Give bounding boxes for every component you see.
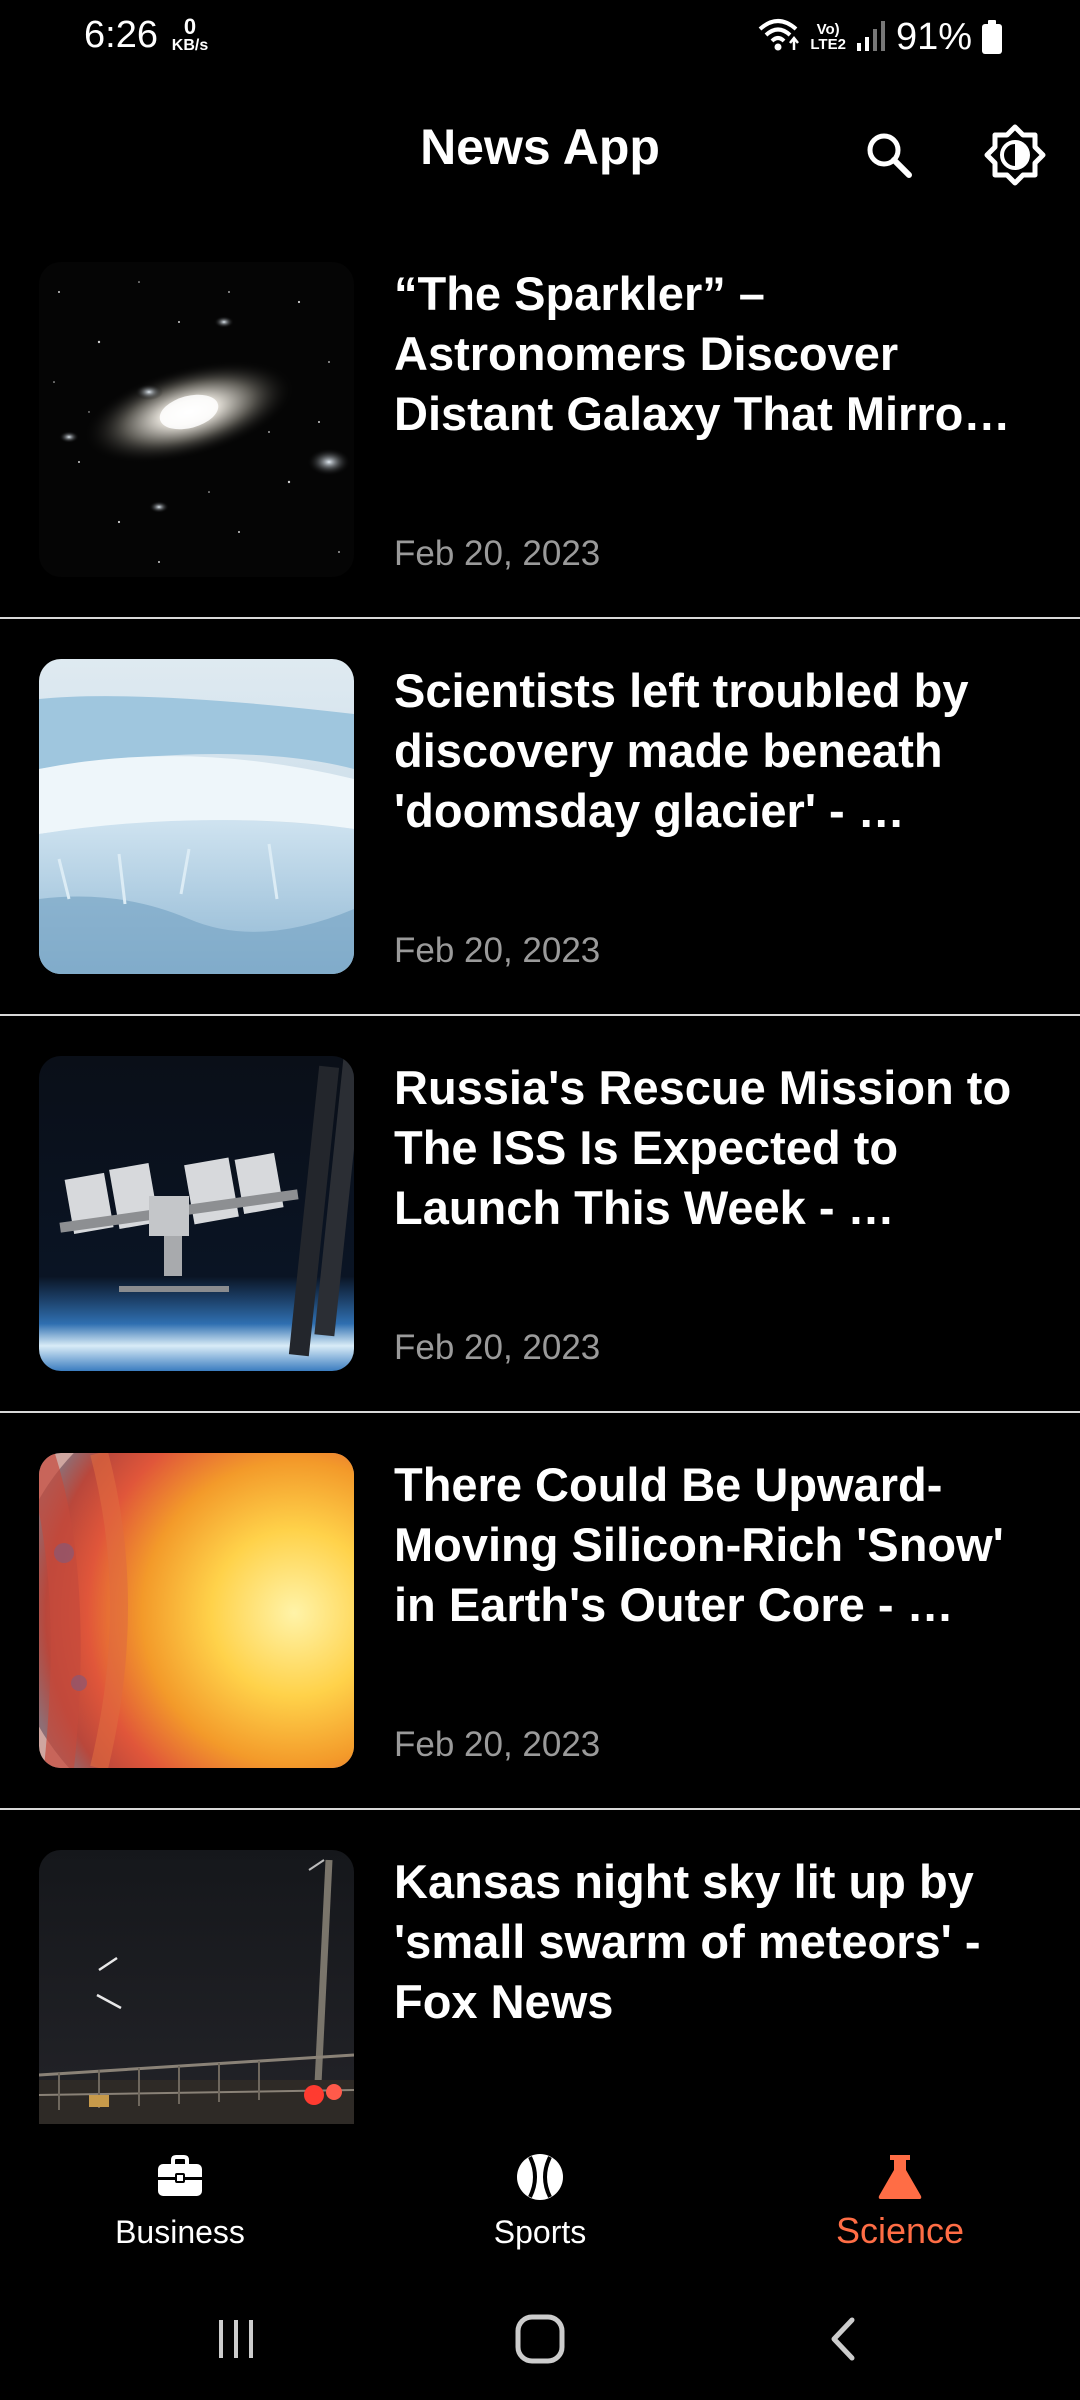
battery-percent: 91% (895, 15, 972, 58)
search-button[interactable] (854, 120, 924, 190)
theme-toggle-button[interactable] (980, 120, 1050, 190)
nav-label: Science (835, 2210, 965, 2251)
network-speed-unit: KB/s (171, 37, 209, 54)
signal-icon (856, 19, 886, 56)
news-date: Feb 20, 2023 (394, 534, 601, 573)
news-title: Kansas night sky lit up by 'small swarm … (394, 1855, 981, 2028)
nav-item-business[interactable]: Business (0, 2124, 360, 2274)
glacier-image (39, 659, 354, 974)
flask-icon (878, 2155, 922, 2199)
status-icons: Vo) LTE2 91% (756, 12, 1002, 62)
home-button[interactable] (500, 2304, 580, 2374)
news-list[interactable]: “The Sparkler” – Astronomers Discover Di… (0, 222, 1080, 2124)
earth-core-image (39, 1453, 354, 1768)
home-icon (515, 2314, 565, 2364)
news-item[interactable]: Scientists left troubled by discovery ma… (0, 619, 1080, 1016)
volte-indicator: Vo) LTE2 (810, 22, 846, 52)
status-bar: 6:26 0 KB/s Vo) LTE2 91% (0, 0, 1080, 80)
recents-button[interactable] (196, 2304, 276, 2374)
bottom-navigation: Business Sports Science (0, 2124, 1080, 2274)
news-item[interactable]: There Could Be Upward-Moving Silicon-Ric… (0, 1413, 1080, 1810)
news-title: There Could Be Upward-Moving Silicon-Ric… (394, 1458, 1004, 1631)
back-icon (831, 2317, 855, 2361)
network-speed-value: 0 (183, 14, 197, 39)
system-navigation-bar (0, 2274, 1080, 2400)
status-time: 6:26 (84, 14, 158, 56)
news-item[interactable]: Kansas night sky lit up by 'small swarm … (0, 1810, 1080, 2124)
nav-label: Business (115, 2214, 245, 2250)
lte-label: LTE2 (810, 36, 846, 53)
news-item[interactable]: Russia's Rescue Mission to The ISS Is Ex… (0, 1016, 1080, 1413)
meteor-image (39, 1850, 354, 2124)
iss-image (39, 1056, 354, 1371)
battery-icon (982, 20, 1002, 54)
search-icon (867, 133, 912, 178)
news-date: Feb 20, 2023 (394, 1725, 601, 1764)
news-title: Scientists left troubled by discovery ma… (394, 664, 969, 837)
galaxy-image (39, 262, 354, 577)
news-title: Russia's Rescue Mission to The ISS Is Ex… (394, 1061, 1012, 1234)
news-date: Feb 20, 2023 (394, 1328, 601, 1367)
news-title: “The Sparkler” – Astronomers Discover Di… (394, 267, 1011, 440)
wifi-icon (756, 17, 800, 58)
app-header: News App (0, 100, 1080, 210)
brightness-icon (984, 124, 1046, 186)
back-button[interactable] (802, 2304, 882, 2374)
volte-label: Vo) (816, 21, 840, 38)
baseball-icon (517, 2154, 563, 2200)
news-item[interactable]: “The Sparkler” – Astronomers Discover Di… (0, 222, 1080, 619)
network-speed: 0 KB/s (170, 16, 210, 54)
briefcase-icon (158, 2155, 202, 2196)
nav-label: Sports (493, 2214, 587, 2250)
nav-item-sports[interactable]: Sports (360, 2124, 720, 2274)
news-date: Feb 20, 2023 (394, 931, 601, 970)
nav-item-science[interactable]: Science (720, 2124, 1080, 2274)
recents-icon (219, 2320, 253, 2358)
